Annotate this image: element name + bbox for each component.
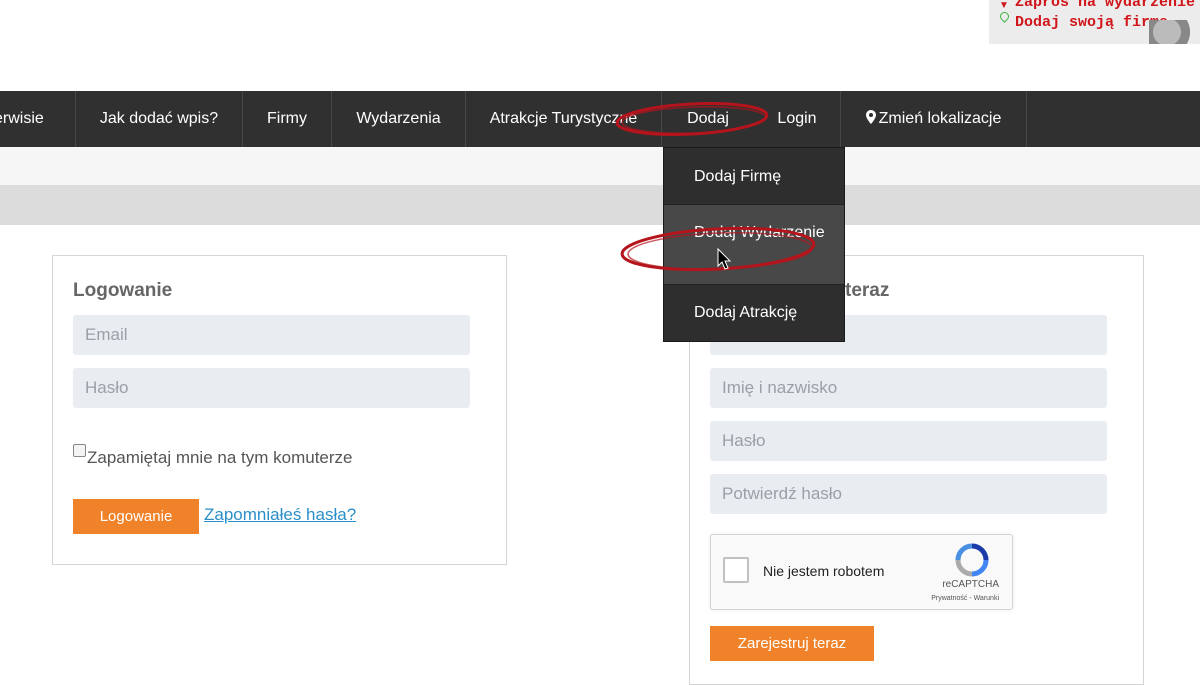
nav-item-about[interactable]: erwisie [0, 91, 76, 147]
recaptcha-brand: reCAPTCHA [942, 579, 999, 590]
promo-banner[interactable]: ▼ Zaproś na wydarzenie Dodaj swoją firmę [989, 0, 1200, 44]
remember-label: Zapamiętaj mnie na tym komuterze [87, 448, 353, 467]
main-nav: erwisie Jak dodać wpis? Firmy Wydarzenia… [0, 91, 1200, 147]
nav-item-attractions[interactable]: Atrakcje Turystyczne [466, 91, 662, 147]
page-header-band [0, 185, 1200, 225]
register-name-input[interactable]: Imię i nazwisko [710, 368, 1107, 408]
promo-line-invite: Zaproś na wydarzenie [1015, 0, 1196, 11]
nav-item-login[interactable]: Login [754, 91, 841, 147]
login-button[interactable]: Logowanie [73, 499, 199, 534]
register-button[interactable]: Zarejestruj teraz [710, 626, 874, 661]
login-title: Logowanie [73, 280, 173, 301]
login-email-input[interactable]: Email [73, 315, 470, 355]
nav-item-companies[interactable]: Firmy [243, 91, 332, 147]
promo-decoration [1149, 20, 1200, 44]
map-marker-icon [865, 110, 876, 124]
login-password-input[interactable]: Hasło [73, 368, 470, 408]
register-password-input[interactable]: Hasło [710, 421, 1107, 461]
breadcrumb-band [0, 147, 1200, 185]
recaptcha-checkbox[interactable] [723, 557, 749, 583]
register-confirm-password-input[interactable]: Potwierdź hasło [710, 474, 1107, 514]
dropdown-item-add-event[interactable]: Dodaj Wydarzenie [664, 205, 844, 285]
forgot-password-link[interactable]: Zapomniałeś hasła? [204, 505, 356, 525]
recaptcha-links[interactable]: Prywatność - Warunki [891, 595, 999, 602]
dropdown-item-add-attraction[interactable]: Dodaj Atrakcję [664, 285, 844, 341]
add-dropdown-menu: Dodaj Firmę Dodaj Wydarzenie Dodaj Atrak… [663, 147, 845, 342]
nav-item-how-to-add[interactable]: Jak dodać wpis? [76, 91, 243, 147]
remember-checkbox[interactable] [73, 444, 86, 457]
red-pin-icon: ▼ [999, 0, 1009, 11]
promo-line-add-company: Dodaj swoją firmę [1015, 14, 1169, 31]
recaptcha-logo-icon [955, 543, 989, 577]
nav-item-change-location-label: Zmień lokalizacje [878, 110, 1002, 127]
recaptcha-label: Nie jestem robotem [763, 563, 885, 579]
nav-item-events[interactable]: Wydarzenia [332, 91, 466, 147]
register-title: teraz [845, 280, 890, 301]
recaptcha-widget: Nie jestem robotem reCAPTCHA Prywatność … [710, 534, 1013, 610]
nav-item-change-location[interactable]: Zmień lokalizacje [841, 91, 1027, 147]
nav-item-add[interactable]: Dodaj [662, 91, 754, 147]
green-pin-icon [998, 10, 1011, 23]
dropdown-item-add-company[interactable]: Dodaj Firmę [664, 148, 844, 205]
login-panel: Logowanie Email Hasło Zapamiętaj mnie na… [52, 255, 507, 565]
